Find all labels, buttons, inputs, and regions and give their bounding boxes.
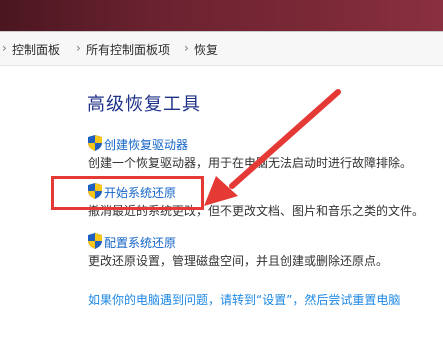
annotation-highlight-box [51,176,204,210]
address-bar [0,32,443,66]
uac-shield-icon [88,233,102,249]
uac-shield-icon [88,135,102,151]
create-recovery-drive-link[interactable]: 创建恢复驱动器 [104,136,188,153]
breadcrumb-separator: › [76,41,81,55]
reset-pc-settings-link[interactable]: 如果你的电脑遇到问题，请转到“设置”，然后尝试重置电脑 [88,291,400,308]
create-recovery-drive-description: 创建一个恢复驱动器，用于在电脑无法启动时进行故障排除。 [88,156,413,170]
window-title-bar [0,0,443,32]
page-title: 高级恢复工具 [87,94,201,115]
breadcrumb-item-control-panel[interactable]: 控制面板 [12,41,60,58]
breadcrumb-item-all-items[interactable]: 所有控制面板项 [86,41,170,58]
configure-system-restore-link[interactable]: 配置系统还原 [104,234,176,251]
breadcrumb-item-recovery[interactable]: 恢复 [194,41,218,58]
breadcrumb-separator: › [184,41,189,55]
configure-system-restore-description: 更改还原设置，管理磁盘空间，并且创建或删除还原点。 [88,254,389,268]
breadcrumb-separator: › [2,41,7,55]
